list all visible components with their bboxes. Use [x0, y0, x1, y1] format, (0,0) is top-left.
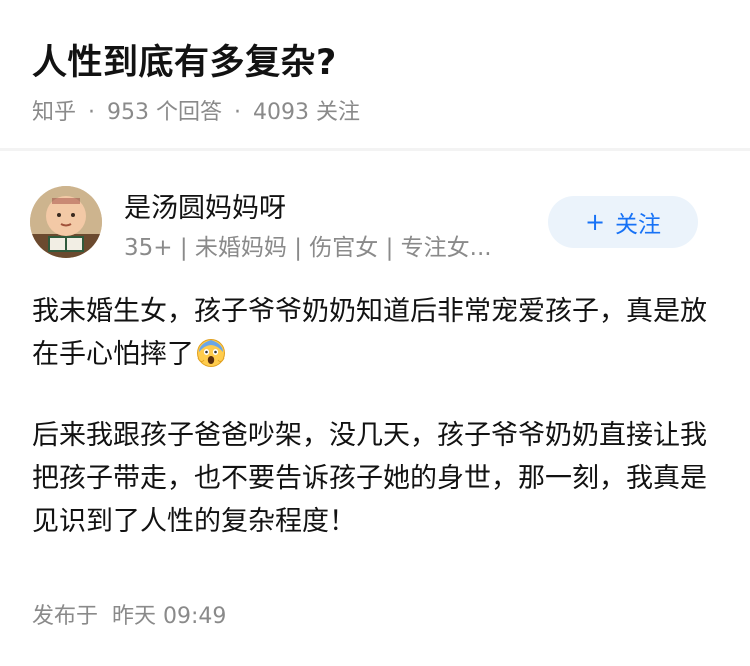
separator-dot: ·	[234, 100, 242, 125]
answer-paragraph-2: 后来我跟孩子爸爸吵架，没几天，孩子爷爷奶奶直接让我把孩子带走，也不要告诉孩子她的…	[32, 420, 707, 537]
answer-paragraph: 我未婚生女，孩子爷爷奶奶知道后非常宠爱孩子，真是放在手心怕摔了	[32, 290, 712, 376]
author-name[interactable]: 是汤圆妈妈呀	[124, 186, 286, 225]
follower-count: 4093 关注	[253, 100, 360, 125]
source-label: 知乎	[32, 100, 77, 125]
separator-dot: ·	[88, 100, 96, 125]
section-divider	[0, 148, 750, 151]
post-footer: 发布于 昨天 09:49	[32, 598, 226, 630]
publish-label: 发布于	[32, 604, 99, 629]
publish-time: 昨天 09:49	[112, 604, 227, 629]
follow-label: 关注	[615, 212, 662, 238]
author-card: 是汤圆妈妈呀 35+ | 未婚妈妈 | 伤官女 | 专注女... + 关注	[0, 170, 750, 270]
answer-content: 我未婚生女，孩子爷爷奶奶知道后非常宠爱孩子，真是放在手心怕摔了 后来我跟孩子爸爸…	[32, 290, 712, 581]
answer-paragraph-1: 我未婚生女，孩子爷爷奶奶知道后非常宠爱孩子，真是放在手心怕摔了	[32, 296, 707, 370]
plus-icon: +	[584, 208, 606, 236]
question-meta: 知乎 · 953 个回答 · 4093 关注	[32, 94, 360, 126]
avatar[interactable]	[30, 186, 102, 258]
face-screaming-icon	[196, 338, 226, 368]
answer-count[interactable]: 953 个回答	[107, 100, 222, 125]
author-bio: 35+ | 未婚妈妈 | 伤官女 | 专注女...	[124, 235, 492, 261]
question-header: 人性到底有多复杂? 知乎 · 953 个回答 · 4093 关注	[0, 0, 750, 148]
question-title[interactable]: 人性到底有多复杂?	[32, 34, 337, 85]
follow-button[interactable]: + 关注	[548, 196, 698, 248]
